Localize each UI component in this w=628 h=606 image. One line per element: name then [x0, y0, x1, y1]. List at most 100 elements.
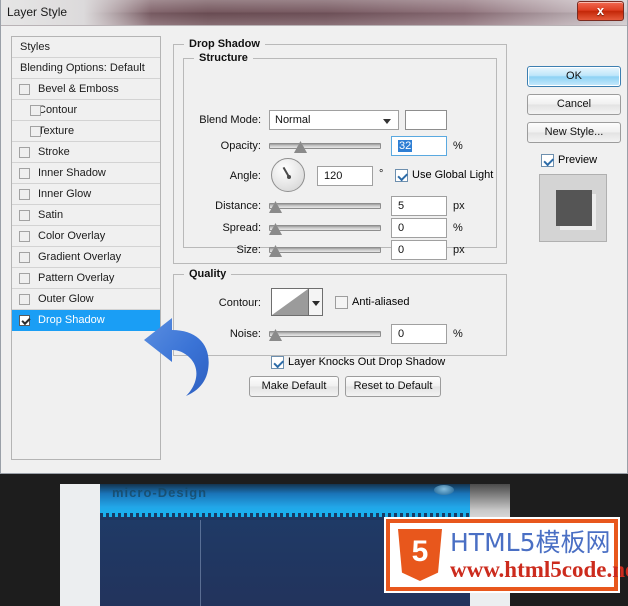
layer-knocks-out-label: Layer Knocks Out Drop Shadow [288, 356, 446, 368]
new-style-button[interactable]: New Style... [527, 122, 621, 143]
opacity-slider[interactable] [269, 136, 381, 156]
watermark-line-1: HTML5模板网 [450, 527, 611, 557]
blend-mode-value: Normal [275, 114, 311, 126]
preview-thumbnail [539, 174, 607, 242]
sidebar-item-bevel-emboss[interactable]: Bevel & Emboss [12, 79, 160, 100]
noise-input[interactable]: 0 [391, 324, 447, 344]
size-slider[interactable] [269, 240, 381, 260]
noise-slider[interactable] [269, 324, 381, 344]
opacity-unit: % [453, 140, 463, 152]
size-input[interactable]: 0 [391, 240, 447, 260]
html5-shield-icon: 5 [398, 529, 442, 581]
dialog-action-buttons: OK Cancel New Style... Preview [527, 36, 621, 460]
sidebar-item-label: Pattern Overlay [38, 272, 115, 284]
angle-unit: ° [379, 168, 384, 180]
distance-slider[interactable] [269, 196, 381, 216]
sidebar-item-satin[interactable]: Satin [12, 205, 160, 226]
sidebar-item-blending-options[interactable]: Blending Options: Default [12, 58, 160, 79]
close-button[interactable]: x [577, 1, 624, 21]
preview-checkbox[interactable]: Preview [541, 154, 597, 167]
sidebar-item-inner-glow[interactable]: Inner Glow [12, 184, 160, 205]
inner-glow-checkbox[interactable] [19, 189, 30, 200]
sidebar-item-label: Blending Options: Default [20, 62, 145, 74]
sidebar-item-contour[interactable]: Contour [12, 100, 160, 121]
noise-value: 0 [398, 328, 405, 340]
layer-knocks-out-checkbox[interactable]: Layer Knocks Out Drop Shadow [271, 356, 445, 369]
contour-checkbox[interactable] [30, 105, 41, 116]
sidebar-item-label: Drop Shadow [38, 314, 105, 326]
noise-slider-track [269, 331, 381, 337]
stroke-checkbox[interactable] [19, 147, 30, 158]
make-default-button[interactable]: Make Default [249, 376, 339, 397]
angle-dial[interactable] [271, 158, 305, 192]
gradient-overlay-checkbox[interactable] [19, 252, 30, 263]
html5-logo-icon: 5 [398, 529, 442, 581]
watermark-text: HTML5模板网 www.html5code.net [450, 527, 628, 582]
watermark: 5 HTML5模板网 www.html5code.net [384, 517, 628, 593]
sidebar-item-color-overlay[interactable]: Color Overlay [12, 226, 160, 247]
mockup-header-title: micro-Design [112, 485, 208, 500]
color-overlay-checkbox[interactable] [19, 231, 30, 242]
size-unit: px [453, 244, 465, 256]
contour-dropdown-button[interactable] [309, 288, 323, 316]
layer-style-dialog: Layer Style x Styles Blending Options: D… [0, 0, 628, 474]
spread-slider-track [269, 225, 381, 231]
quality-group-label: Quality [184, 268, 232, 280]
size-row: Size: 0 px [183, 240, 507, 260]
opacity-row: Opacity: 32 % [183, 136, 507, 156]
styles-list-header-label: Styles [20, 41, 50, 53]
dialog-body: Styles Blending Options: Default Bevel &… [1, 26, 627, 473]
bevel-emboss-checkbox[interactable] [19, 84, 30, 95]
structure-group-label: Structure [194, 52, 253, 64]
reset-to-default-button[interactable]: Reset to Default [345, 376, 441, 397]
preview-shape [556, 190, 592, 226]
spread-label: Spread: [222, 222, 261, 234]
blend-mode-label: Blend Mode: [199, 114, 261, 126]
opacity-input[interactable]: 32 [391, 136, 447, 156]
cancel-button[interactable]: Cancel [527, 94, 621, 115]
drop-shadow-checkbox[interactable] [19, 315, 30, 326]
spread-slider[interactable] [269, 218, 381, 238]
sidebar-item-stroke[interactable]: Stroke [12, 142, 160, 163]
sidebar-item-label: Stroke [38, 146, 70, 158]
sidebar-item-texture[interactable]: Texture [12, 121, 160, 142]
spread-input[interactable]: 0 [391, 218, 447, 238]
opacity-label-wrap: Opacity: [183, 136, 261, 156]
spread-label-wrap: Spread: [183, 218, 261, 238]
angle-label: Angle: [229, 170, 261, 182]
blend-mode-select[interactable]: Normal [269, 110, 399, 130]
satin-checkbox[interactable] [19, 210, 30, 221]
styles-list-header[interactable]: Styles [12, 37, 160, 58]
contour-preview-swatch[interactable] [271, 288, 309, 316]
pattern-overlay-checkbox[interactable] [19, 273, 30, 284]
anti-aliased-checkbox[interactable]: Anti-aliased [335, 296, 409, 309]
chevron-down-icon [312, 301, 320, 306]
size-label-wrap: Size: [183, 240, 261, 260]
inner-shadow-checkbox[interactable] [19, 168, 30, 179]
use-global-light-label: Use Global Light [412, 169, 494, 181]
sidebar-item-inner-shadow[interactable]: Inner Shadow [12, 163, 160, 184]
spread-row: Spread: 0 % [183, 218, 507, 238]
dialog-titlebar[interactable]: Layer Style x [1, 0, 627, 26]
sidebar-item-label: Contour [38, 104, 78, 116]
checkbox-box [271, 356, 284, 369]
sidebar-item-gradient-overlay[interactable]: Gradient Overlay [12, 247, 160, 268]
blend-mode-label-wrap: Blend Mode: [183, 110, 261, 130]
use-global-light-checkbox[interactable]: Use Global Light [395, 169, 493, 182]
preview-label: Preview [558, 154, 598, 166]
ok-button[interactable]: OK [527, 66, 621, 87]
angle-value: 120 [324, 170, 343, 182]
texture-checkbox[interactable] [30, 126, 41, 137]
watermark-line-2: www.html5code.net [450, 556, 628, 582]
distance-label: Distance: [215, 200, 261, 212]
shadow-color-swatch[interactable] [405, 110, 447, 130]
sidebar-item-label: Inner Glow [38, 188, 92, 200]
dialog-title: Layer Style [7, 5, 68, 19]
opacity-label: Opacity: [220, 140, 261, 152]
distance-input[interactable]: 5 [391, 196, 447, 216]
outer-glow-checkbox[interactable] [19, 294, 30, 305]
drop-shadow-group-label: Drop Shadow [184, 38, 265, 50]
angle-input[interactable]: 120 [317, 166, 373, 186]
anti-aliased-label: Anti-aliased [352, 296, 410, 308]
sidebar-item-pattern-overlay[interactable]: Pattern Overlay [12, 268, 160, 289]
